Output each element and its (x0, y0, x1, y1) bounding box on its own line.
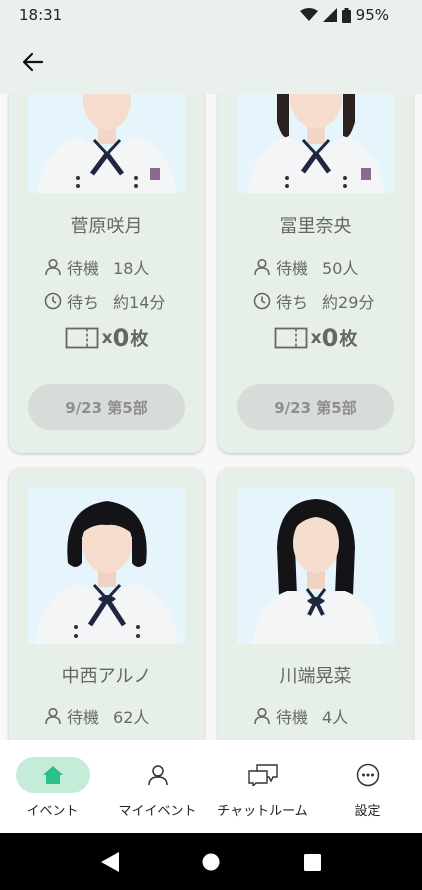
cell-signal-icon (322, 8, 337, 22)
waiting-label: 待機 (276, 259, 309, 278)
wait-time: 約29分 (322, 293, 375, 312)
ticket-row: x 0 枚 (218, 324, 413, 352)
waiting-count: 62人 (113, 708, 150, 727)
waiting-count: 4人 (322, 708, 349, 727)
nav-item-events[interactable]: イベント (0, 740, 105, 833)
wait-time-row: 待ち 約14分 (43, 290, 165, 312)
wait-time: 約14分 (113, 293, 166, 312)
app-bar (0, 30, 422, 94)
member-name: 中西アルノ (61, 666, 152, 687)
back-button[interactable] (14, 44, 52, 80)
member-card[interactable]: 菅原咲月 待機 18人 待ち 約14分 x 0 枚 9/23 第5部 (9, 94, 204, 453)
chat-icon (247, 764, 278, 786)
person-icon (147, 765, 168, 786)
member-card[interactable]: 中西アルノ 待機 62人 (9, 468, 204, 740)
member-photo (237, 487, 394, 644)
waiting-row: 待機 50人 (252, 256, 358, 278)
member-name: 冨里奈央 (279, 216, 352, 237)
wait-time-label: 待ち (276, 293, 309, 312)
ticket-count: 0 (321, 324, 339, 352)
waiting-label: 待機 (67, 259, 100, 278)
waiting-row: 待機 18人 (43, 256, 149, 278)
member-card[interactable]: 冨里奈央 待機 50人 待ち 約29分 x 0 枚 9/23 第5部 (218, 94, 413, 453)
triangle-back-icon (101, 852, 119, 872)
ticket-unit: 枚 (130, 329, 149, 350)
person-icon (252, 257, 272, 277)
wait-time-label: 待ち (67, 293, 100, 312)
nav-label: マイイベント (118, 804, 197, 819)
status-time: 18:31 (19, 6, 63, 24)
clock-icon (43, 291, 63, 311)
status-bar: 18:31 95% (0, 0, 422, 30)
system-back-button[interactable] (98, 850, 122, 874)
member-grid[interactable]: 菅原咲月 待機 18人 待ち 約14分 x 0 枚 9/23 第5部 冨里奈央 … (0, 94, 422, 740)
waiting-row: 待機 4人 (252, 705, 348, 727)
waiting-label: 待機 (67, 708, 100, 727)
bottom-nav: イベント マイイベント チャットルーム 設定 (0, 740, 422, 833)
circle-home-icon (202, 853, 220, 871)
member-name: 川端晃菜 (279, 666, 352, 687)
nav-item-settings[interactable]: 設定 (315, 740, 420, 833)
person-icon (252, 706, 272, 726)
home-icon (42, 766, 63, 784)
session-button[interactable]: 9/23 第5部 (28, 384, 185, 430)
nav-item-my-events[interactable]: マイイベント (105, 740, 210, 833)
status-icons: 95% (299, 6, 389, 24)
square-recents-icon (303, 853, 321, 871)
ticket-icon (65, 327, 99, 349)
session-button[interactable]: 9/23 第5部 (237, 384, 394, 430)
system-nav-bar (0, 833, 422, 890)
system-home-button[interactable] (199, 850, 223, 874)
clock-icon (252, 291, 272, 311)
nav-label: チャットルーム (217, 804, 308, 819)
ticket-count: 0 (112, 324, 130, 352)
person-icon (43, 706, 63, 726)
ticket-multiplier: x (310, 328, 322, 348)
arrow-left-icon (22, 52, 44, 72)
member-card[interactable]: 川端晃菜 待機 4人 (218, 468, 413, 740)
wifi-icon (299, 8, 318, 21)
nav-item-chat-room[interactable]: チャットルーム (210, 740, 315, 833)
ticket-row: x 0 枚 (9, 324, 204, 352)
wait-time-row: 待ち 約29分 (252, 290, 374, 312)
waiting-label: 待機 (276, 708, 309, 727)
member-photo (28, 487, 185, 644)
ticket-unit: 枚 (339, 329, 358, 350)
nav-label: 設定 (354, 804, 381, 819)
system-recents-button[interactable] (300, 850, 324, 874)
nav-active-indicator (15, 757, 90, 793)
waiting-row: 待機 62人 (43, 705, 149, 727)
nav-label: イベント (26, 804, 79, 819)
person-icon (43, 257, 63, 277)
battery-level: 95% (355, 6, 389, 24)
member-name: 菅原咲月 (70, 216, 143, 237)
ticket-icon (274, 327, 308, 349)
waiting-count: 50人 (322, 259, 359, 278)
ticket-multiplier: x (101, 328, 113, 348)
battery-icon (341, 7, 351, 23)
waiting-count: 18人 (113, 259, 150, 278)
more-icon (356, 763, 379, 787)
